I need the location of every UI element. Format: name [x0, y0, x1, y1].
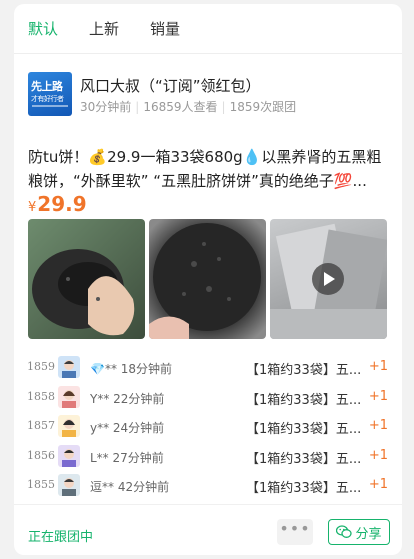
order-quantity: +1: [368, 359, 388, 374]
join-count: 1859次跟团: [229, 100, 297, 114]
product-images: [28, 219, 387, 339]
group-stats: 30分钟前 | 16859人查看 | 1859次跟团: [80, 100, 297, 114]
share-label: 分享: [355, 526, 382, 542]
wechat-icon: [336, 525, 353, 538]
logo-underline: [32, 105, 68, 107]
order-item: 【1箱约33袋】五...: [246, 451, 362, 467]
order-quantity: +1: [368, 447, 388, 463]
group-status: 正在跟团中: [28, 530, 94, 545]
order-row[interactable]: 1858 Y** 22分钟前 【1箱约33袋】五... +1: [14, 383, 402, 413]
view-count: 16859人查看: [143, 100, 218, 114]
card-footer: 正在跟团中 ••• 分享: [14, 504, 402, 554]
post-description[interactable]: 防tu饼！💰29.9一箱33袋680g💧以黑养肾的五黑粗粮饼，“外酥里软” “五…: [28, 145, 390, 193]
price: ¥29.9: [28, 192, 87, 216]
order-quantity: +1: [368, 418, 388, 433]
order-row[interactable]: 1859 💎** 18分钟前 【1箱约33袋】五... +1: [14, 353, 402, 383]
buyer-nick: 逗** 42分钟前: [90, 480, 170, 494]
order-row[interactable]: 1857 y** 24分钟前 【1箱约33袋】五... +1: [14, 412, 402, 442]
avatar: [58, 385, 80, 408]
post-time: 30分钟前: [80, 100, 132, 114]
buyer-nick: 💎** 18分钟前: [90, 362, 173, 376]
order-number: 1857: [27, 419, 55, 432]
order-list: 1859 💎** 18分钟前 【1箱约33袋】五... +1 1858 Y** …: [14, 353, 402, 501]
order-number: 1858: [27, 389, 55, 403]
avatar: [58, 356, 80, 378]
tab-new[interactable]: 上新: [89, 18, 119, 39]
order-number: 1856: [27, 448, 55, 462]
order-item: 【1箱约33袋】五...: [246, 363, 362, 378]
buyer-nick: Y** 22分钟前: [90, 391, 165, 406]
order-item: 【1箱约33袋】五...: [246, 422, 362, 437]
order-number: 1855: [27, 478, 55, 491]
avatar: [58, 474, 80, 496]
more-button[interactable]: •••: [277, 519, 313, 545]
order-quantity: +1: [368, 477, 388, 492]
group-logo[interactable]: 先上路 才有好行者: [28, 72, 72, 116]
avatar: [58, 415, 80, 437]
product-image-2[interactable]: [149, 219, 266, 339]
group-buy-card: 默认 上新 销量 先上路 才有好行者 风口大叔（“订阅”领红包） 30分钟前 | 1…: [14, 4, 402, 555]
order-quantity: +1: [368, 388, 388, 404]
group-name[interactable]: 风口大叔（“订阅”领红包）: [80, 75, 261, 96]
order-number: 1859: [27, 360, 55, 373]
order-item: 【1箱约33袋】五...: [246, 481, 362, 496]
share-button[interactable]: 分享: [328, 519, 390, 545]
buyer-nick: y** 24分钟前: [90, 421, 165, 435]
group-header[interactable]: 先上路 才有好行者 风口大叔（“订阅”领红包） 30分钟前 | 16859人查看 | 1…: [14, 54, 402, 116]
product-image-1[interactable]: [28, 219, 145, 339]
product-video[interactable]: [270, 219, 387, 339]
avatar: [58, 444, 80, 467]
price-value: 29.9: [37, 192, 87, 216]
sort-tabs: 默认 上新 销量: [14, 4, 402, 54]
currency-symbol: ¥: [28, 200, 37, 215]
logo-subtext: 才有好行者: [31, 95, 64, 103]
order-row[interactable]: 1856 L** 27分钟前 【1箱约33袋】五... +1: [14, 442, 402, 472]
order-row[interactable]: 1855 逗** 42分钟前 【1箱约33袋】五... +1: [14, 471, 402, 501]
play-icon[interactable]: [312, 263, 344, 295]
logo-text: 先上路: [31, 80, 63, 93]
tab-sales[interactable]: 销量: [150, 18, 180, 39]
tab-default[interactable]: 默认: [28, 18, 58, 39]
order-item: 【1箱约33袋】五...: [246, 392, 362, 408]
buyer-nick: L** 27分钟前: [90, 450, 164, 465]
